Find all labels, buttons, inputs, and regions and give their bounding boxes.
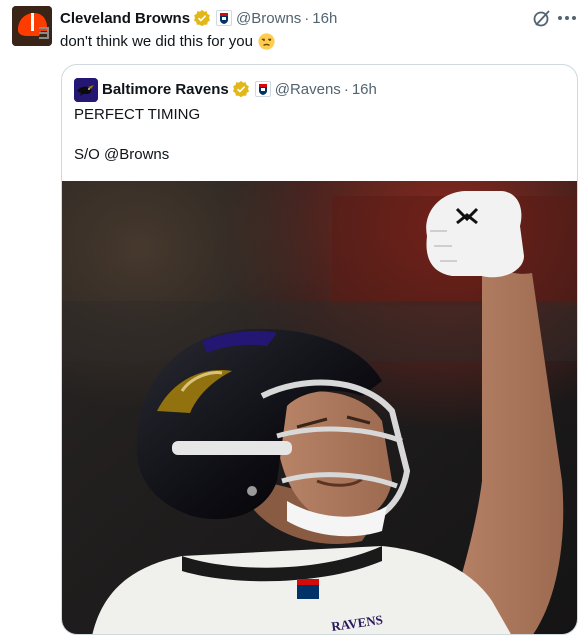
- grok-icon[interactable]: [532, 8, 552, 28]
- ravens-avatar[interactable]: [74, 78, 98, 102]
- separator-dot: ·: [343, 80, 349, 98]
- tweet-header: Cleveland Browns @Browns · 16h: [60, 8, 337, 28]
- quoted-photo[interactable]: RAVENS: [62, 181, 577, 634]
- browns-avatar[interactable]: [12, 6, 52, 46]
- quoted-header: Baltimore Ravens @Ravens · 16h: [102, 79, 377, 99]
- tweet[interactable]: Cleveland Browns @Browns · 16h don't thi…: [0, 0, 587, 642]
- tweet-body: don't think we did this for you: [60, 33, 253, 50]
- nfl-affiliate-icon[interactable]: [216, 10, 233, 26]
- browns-helmet-icon: [12, 6, 52, 46]
- separator-dot: ·: [304, 9, 310, 27]
- author-name[interactable]: Cleveland Browns: [60, 10, 190, 27]
- unamused-face-icon: [258, 33, 275, 50]
- tweet-text: don't think we did this for you: [60, 33, 275, 50]
- quoted-author-name[interactable]: Baltimore Ravens: [102, 81, 229, 98]
- verified-badge-icon: [194, 9, 211, 27]
- quoted-time[interactable]: 16h: [352, 81, 377, 98]
- quoted-author-handle[interactable]: @Ravens: [275, 81, 341, 98]
- author-handle[interactable]: @Browns: [236, 10, 301, 27]
- nfl-affiliate-icon[interactable]: [254, 81, 271, 97]
- tweet-time[interactable]: 16h: [312, 10, 337, 27]
- verified-badge-icon: [232, 80, 249, 98]
- quoted-text-line-1: PERFECT TIMING: [74, 106, 201, 123]
- quoted-tweet[interactable]: Baltimore Ravens @Ravens · 16h PERFECT T…: [61, 64, 578, 635]
- ravens-logo-icon: [74, 78, 98, 102]
- quoted-text-line-2: S/O @Browns: [74, 146, 170, 163]
- player-celebration-image: RAVENS: [62, 181, 577, 634]
- more-icon[interactable]: [558, 10, 576, 26]
